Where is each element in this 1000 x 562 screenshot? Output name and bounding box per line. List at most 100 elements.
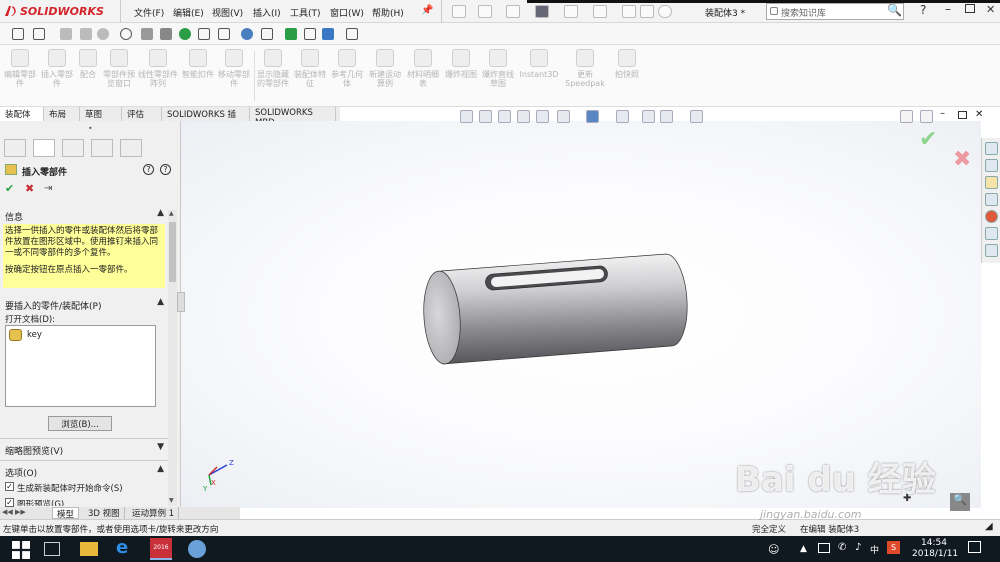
restore-icon[interactable] xyxy=(965,4,975,13)
display-style-icon[interactable] xyxy=(586,110,599,123)
battery-icon[interactable] xyxy=(818,543,830,553)
help-icon[interactable]: ? xyxy=(920,3,926,17)
file-explorer-icon[interactable] xyxy=(985,176,998,189)
forum-icon[interactable] xyxy=(985,244,998,257)
previous-view-icon[interactable] xyxy=(498,110,511,123)
edge-browser-icon[interactable]: e xyxy=(116,537,134,558)
custom-properties-icon[interactable] xyxy=(985,227,998,240)
tool-icon-5[interactable] xyxy=(97,28,109,40)
appearances-icon[interactable] xyxy=(985,210,998,223)
info-section-header[interactable]: 信息 ▲ xyxy=(0,208,170,223)
apply-scene-icon[interactable] xyxy=(660,110,673,123)
mate-button[interactable]: 配合 xyxy=(76,49,100,79)
tab-assembly[interactable]: 装配体 xyxy=(0,107,44,121)
viewport-prev-icon[interactable] xyxy=(900,110,913,123)
search-input[interactable]: 搜索知识库 xyxy=(766,3,904,20)
tab-layout[interactable]: 布局 xyxy=(44,107,80,121)
view-orientation-icon[interactable] xyxy=(557,110,570,123)
cancel-x-icon[interactable]: ✖ xyxy=(25,182,34,195)
menu-file[interactable]: 文件(F) xyxy=(134,6,164,19)
feature-tree-tab-icon[interactable] xyxy=(4,139,26,157)
app-taskbar-icon[interactable] xyxy=(188,540,206,558)
tool-icon-4[interactable] xyxy=(80,28,92,40)
thumbnail-section-header[interactable]: 缩略图预览(V) ▼ xyxy=(0,442,170,457)
ime-indicator[interactable]: 中 xyxy=(870,543,879,556)
view-palette-icon[interactable] xyxy=(985,193,998,206)
menu-insert[interactable]: 插入(I) xyxy=(253,6,281,19)
tool-icon-17[interactable] xyxy=(346,28,358,40)
edit-component-button[interactable]: 编辑零部件 xyxy=(2,49,38,88)
assembly-feature-button[interactable]: 装配体特征 xyxy=(292,49,328,88)
confirm-cancel-icon[interactable]: ✖ xyxy=(953,147,971,172)
menu-view[interactable]: 视图(V) xyxy=(212,6,243,19)
home-icon[interactable] xyxy=(985,142,998,155)
volume-icon[interactable]: ♪ xyxy=(855,542,861,553)
file-properties-icon[interactable] xyxy=(640,5,654,18)
tool-icon-16[interactable] xyxy=(322,28,334,40)
menu-help[interactable]: 帮助(H) xyxy=(372,6,404,19)
linear-pattern-button[interactable]: 线性零部件阵列 xyxy=(138,49,178,88)
tool-icon-15[interactable] xyxy=(304,28,316,40)
edit-appearance-icon[interactable] xyxy=(642,110,655,123)
panel-splitter-dot[interactable]: • xyxy=(88,124,93,133)
zoom-to-fit-icon[interactable] xyxy=(460,110,473,123)
tool-icon-2[interactable] xyxy=(33,28,45,40)
parts-section-header[interactable]: 要插入的零件/装配体(P) ▲ xyxy=(0,297,170,312)
tool-icon-10[interactable] xyxy=(198,28,210,40)
menu-tools[interactable]: 工具(T) xyxy=(290,6,321,19)
tool-icon-12[interactable] xyxy=(241,28,253,40)
task-view-icon[interactable] xyxy=(44,542,60,556)
clock-date[interactable]: 2018/1/11 xyxy=(912,549,958,559)
display-manager-tab-icon[interactable] xyxy=(120,139,142,157)
panel-collapse-handle[interactable] xyxy=(177,292,185,312)
new-motion-study-button[interactable]: 新建运动算例 xyxy=(368,49,402,88)
notification-center-icon[interactable] xyxy=(968,541,981,553)
search-icon[interactable]: 🔍 xyxy=(887,3,902,17)
pin-icon[interactable]: 📌 xyxy=(421,5,433,16)
clock-time[interactable]: 14:54 xyxy=(921,538,947,548)
minimize-icon[interactable]: – xyxy=(945,2,951,16)
tab-evaluate[interactable]: 评估 xyxy=(122,107,162,121)
show-hidden-button[interactable]: 显示隐藏的零部件 xyxy=(256,49,290,88)
menu-edit[interactable]: 编辑(E) xyxy=(173,6,204,19)
property-manager-tab-icon[interactable] xyxy=(33,139,55,157)
scroll-up-icon[interactable]: ▲ xyxy=(169,210,176,218)
component-preview-button[interactable]: 零部件预览窗口 xyxy=(102,49,136,88)
tab-model[interactable]: 模型 xyxy=(52,507,80,520)
tool-icon-6[interactable] xyxy=(120,28,132,40)
people-icon[interactable]: ☺ xyxy=(768,543,779,556)
solidworks-taskbar-icon[interactable]: 2016 xyxy=(150,538,172,560)
dimxpert-tab-icon[interactable] xyxy=(91,139,113,157)
design-library-icon[interactable] xyxy=(985,159,998,172)
update-speedpak-button[interactable]: 更新Speedpak xyxy=(562,49,608,88)
undo-icon[interactable] xyxy=(564,5,578,18)
network-icon[interactable]: ✆ xyxy=(838,542,846,553)
graphics-preview-checkbox[interactable]: ✓ xyxy=(5,498,14,507)
instant3d-button[interactable]: Instant3D xyxy=(518,49,560,79)
zoom-area-icon[interactable] xyxy=(479,110,492,123)
menu-window[interactable]: 窗口(W) xyxy=(330,6,364,19)
print-icon[interactable] xyxy=(535,5,549,18)
file-explorer-taskbar-icon[interactable] xyxy=(80,542,98,556)
tray-expand-icon[interactable]: ▲ xyxy=(800,544,807,554)
scroll-down-icon[interactable]: ▼ xyxy=(169,497,176,505)
sogou-ime-icon[interactable]: S xyxy=(887,541,900,554)
configuration-tab-icon[interactable] xyxy=(62,139,84,157)
new-doc-icon[interactable] xyxy=(452,5,466,18)
help-circle-icon[interactable]: ? xyxy=(143,164,154,175)
section-view-icon[interactable] xyxy=(517,110,530,123)
view-settings-icon[interactable] xyxy=(690,110,703,123)
move-component-button[interactable]: 移动零部件 xyxy=(216,49,252,88)
tab-scroll-arrows-icon[interactable]: ◀◀ ▶▶ xyxy=(2,508,26,516)
tool-icon-14[interactable] xyxy=(285,28,297,40)
viewport-minimize-icon[interactable]: – xyxy=(940,108,945,119)
smart-fastener-button[interactable]: 智能扣件 xyxy=(182,49,214,79)
select-icon[interactable] xyxy=(593,5,607,18)
take-snapshot-button[interactable]: 拍快照 xyxy=(610,49,644,79)
tab-sketch[interactable]: 草图 xyxy=(80,107,122,121)
tool-icon-8[interactable] xyxy=(160,28,172,40)
tool-icon-11[interactable] xyxy=(218,28,230,40)
start-command-checkbox[interactable]: ✓ xyxy=(5,482,14,491)
rebuild-icon[interactable] xyxy=(622,5,636,18)
tab-3d-view[interactable]: 3D 视图 xyxy=(84,507,125,519)
